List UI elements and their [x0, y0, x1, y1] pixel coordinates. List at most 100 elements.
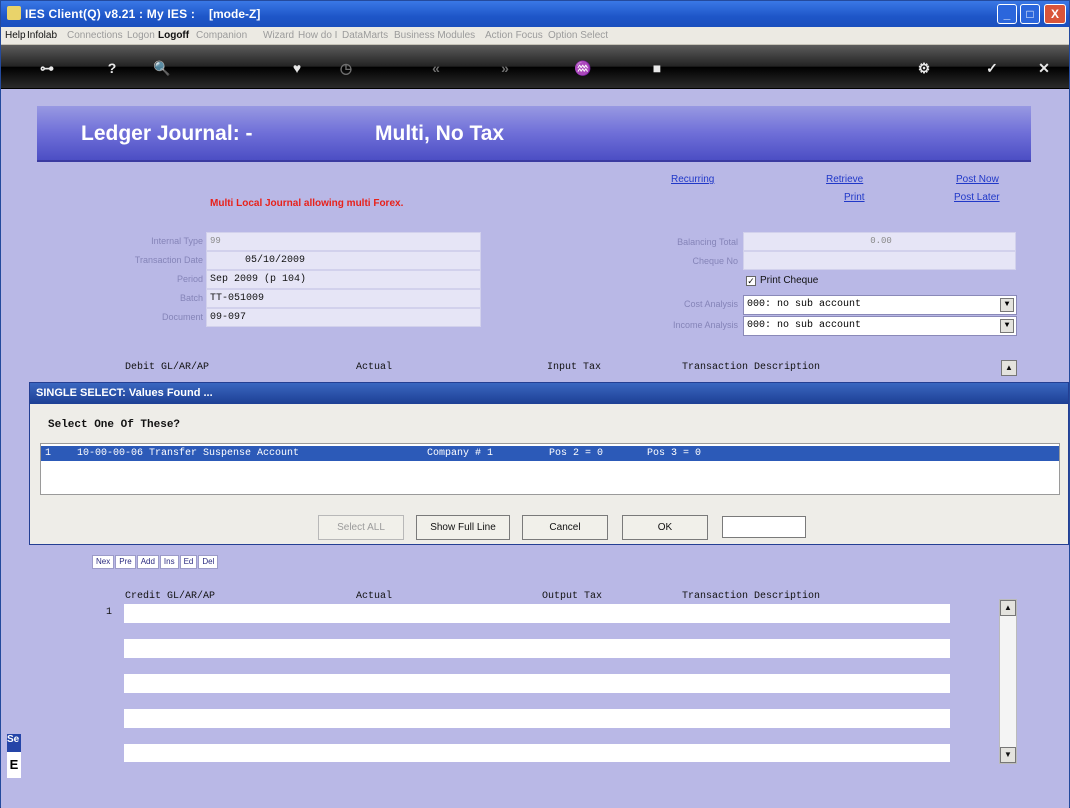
result-index: 1 [45, 448, 52, 459]
result-company: Company # 1 [427, 448, 494, 459]
toolbar: ⊶ ? 🔍 ♥ ◷ « » ♒ ■ ⚙ ✓ ✕ [1, 45, 1069, 89]
scroll-up-icon[interactable]: ▲ [1001, 360, 1017, 376]
exit-icon[interactable]: ✕ [1031, 59, 1057, 77]
period-field[interactable]: Sep 2009 (p 104) [206, 270, 481, 289]
ok-button[interactable]: OK [622, 515, 708, 540]
next-row-button[interactable]: Nex [92, 555, 115, 569]
cheque-no-field[interactable] [743, 251, 1016, 270]
credit-grid-row[interactable] [124, 709, 950, 728]
credit-grid-row[interactable] [124, 639, 950, 658]
credit-grid: Credit GL/AR/AP Actual Output Tax Transa… [90, 586, 950, 762]
balancing-total-field: 0.00 [743, 232, 1016, 251]
debit-description-header: Transaction Description [682, 362, 821, 373]
chevron-down-icon[interactable]: ▼ [1000, 319, 1014, 333]
menu-logon[interactable]: Logon [127, 30, 155, 41]
app-icon [7, 6, 21, 20]
income-analysis-label: Income Analysis [672, 320, 738, 330]
list-item[interactable]: 1 10-00-00-06 Transfer Suspense Account … [41, 446, 1059, 461]
page-subtitle: Multi, No Tax [375, 122, 505, 145]
menu-business-modules[interactable]: Business Modules [394, 30, 475, 41]
add-row-button[interactable]: Add [136, 555, 159, 569]
previous-row-button[interactable]: Pre [115, 555, 136, 569]
delete-row-button[interactable]: Del [198, 555, 219, 569]
menu-bar: Help Infolab Connections Logon Logoff Co… [1, 27, 1069, 45]
forward-icon[interactable]: » [492, 59, 518, 77]
menu-help[interactable]: Help [5, 30, 26, 41]
menu-how-do-i[interactable]: How do I [298, 30, 337, 41]
result-account: 10-00-00-06 Transfer Suspense Account [77, 448, 300, 459]
scroll-up-icon[interactable]: ▲ [1000, 600, 1016, 616]
credit-grid-row[interactable] [124, 674, 950, 693]
clock-icon[interactable]: ◷ [333, 59, 359, 77]
document-label: Document [161, 312, 203, 322]
period-label: Period [176, 274, 203, 284]
print-cheque-checkbox[interactable]: ✓ Print Cheque [746, 275, 818, 286]
edit-row-button[interactable]: Ed [179, 555, 198, 569]
cancel-button[interactable]: Cancel [522, 515, 608, 540]
recurring-link[interactable]: Recurring [671, 174, 714, 185]
dialog-title: SINGLE SELECT: Values Found ... [30, 383, 1068, 404]
credit-actual-header: Actual [356, 591, 393, 602]
check-icon[interactable]: ✓ [979, 59, 1005, 77]
internal-type-label: Internal Type [151, 236, 203, 246]
cheque-no-label: Cheque No [692, 256, 738, 266]
batch-field[interactable]: TT-051009 [206, 289, 481, 308]
transaction-date-field[interactable]: 05/10/2009 [206, 251, 481, 270]
window-mode: [mode-Z] [209, 7, 261, 21]
heart-icon[interactable]: ♥ [284, 59, 310, 77]
menu-connections[interactable]: Connections [67, 30, 123, 41]
print-link[interactable]: Print [844, 192, 865, 203]
batch-label: Batch [179, 293, 203, 303]
key-icon[interactable]: ⊶ [31, 59, 63, 77]
menu-infolab[interactable]: Infolab [27, 30, 57, 41]
result-pos3: Pos 3 = 0 [647, 448, 702, 459]
cost-analysis-value: 000: no sub account [747, 299, 862, 310]
credit-grid-row[interactable] [124, 744, 950, 762]
menu-wizard[interactable]: Wizard [263, 30, 294, 41]
search-icon[interactable]: 🔍 [149, 59, 175, 77]
page-title: Ledger Journal: - [81, 122, 253, 145]
journal-info-message: Multi Local Journal allowing multi Forex… [210, 198, 404, 209]
credit-col-header: Credit GL/AR/AP [125, 591, 216, 602]
side-tab-label: Se [7, 734, 20, 745]
credit-output-tax-header: Output Tax [542, 591, 603, 602]
select-all-button[interactable]: Select ALL [318, 515, 404, 540]
post-now-link[interactable]: Post Now [956, 174, 999, 185]
cost-analysis-select[interactable]: 000: no sub account ▼ [743, 295, 1017, 315]
menu-datamarts[interactable]: DataMarts [342, 30, 388, 41]
page-banner: Ledger Journal: - Multi, No Tax [37, 106, 1031, 162]
internal-type-field[interactable]: 99 [206, 232, 481, 251]
close-button[interactable]: X [1044, 4, 1066, 24]
menu-option-select[interactable]: Option Select [548, 30, 608, 41]
dialog-input[interactable] [722, 516, 806, 538]
show-full-line-button[interactable]: Show Full Line [416, 515, 510, 540]
debit-actual-header: Actual [356, 362, 393, 373]
single-select-dialog: SINGLE SELECT: Values Found ... Select O… [29, 382, 1069, 545]
result-pos2: Pos 2 = 0 [549, 448, 604, 459]
minimize-button[interactable]: _ [997, 4, 1017, 24]
help-icon[interactable]: ? [99, 59, 125, 77]
print-cheque-label: Print Cheque [760, 275, 819, 286]
chevron-down-icon[interactable]: ▼ [1000, 298, 1014, 312]
stop-icon[interactable]: ■ [644, 59, 670, 77]
income-analysis-select[interactable]: 000: no sub account ▼ [743, 316, 1017, 336]
dialog-prompt: Select One Of These? [48, 419, 181, 431]
menu-companion[interactable]: Companion [196, 30, 247, 41]
document-field[interactable]: 09-097 [206, 308, 481, 327]
credit-grid-scrollbar[interactable]: ▲ ▼ [999, 599, 1017, 764]
scroll-down-icon[interactable]: ▼ [1000, 747, 1016, 763]
post-later-link[interactable]: Post Later [954, 192, 1000, 203]
income-analysis-value: 000: no sub account [747, 320, 862, 331]
insert-row-button[interactable]: Ins [159, 555, 179, 569]
maximize-button[interactable]: □ [1020, 4, 1040, 24]
credit-description-header: Transaction Description [682, 591, 821, 602]
checkbox-checked-icon: ✓ [746, 276, 756, 286]
refresh-icon[interactable]: ⚙ [911, 59, 937, 77]
menu-logoff[interactable]: Logoff [158, 30, 189, 41]
title-bar: IES Client(Q) v8.21 : My IES : [mode-Z] … [1, 1, 1069, 27]
retrieve-link[interactable]: Retrieve [826, 174, 863, 185]
rewind-icon[interactable]: « [423, 59, 449, 77]
tree-icon[interactable]: ♒ [570, 59, 596, 77]
menu-action-focus[interactable]: Action Focus [485, 30, 543, 41]
credit-grid-row[interactable] [124, 604, 950, 623]
